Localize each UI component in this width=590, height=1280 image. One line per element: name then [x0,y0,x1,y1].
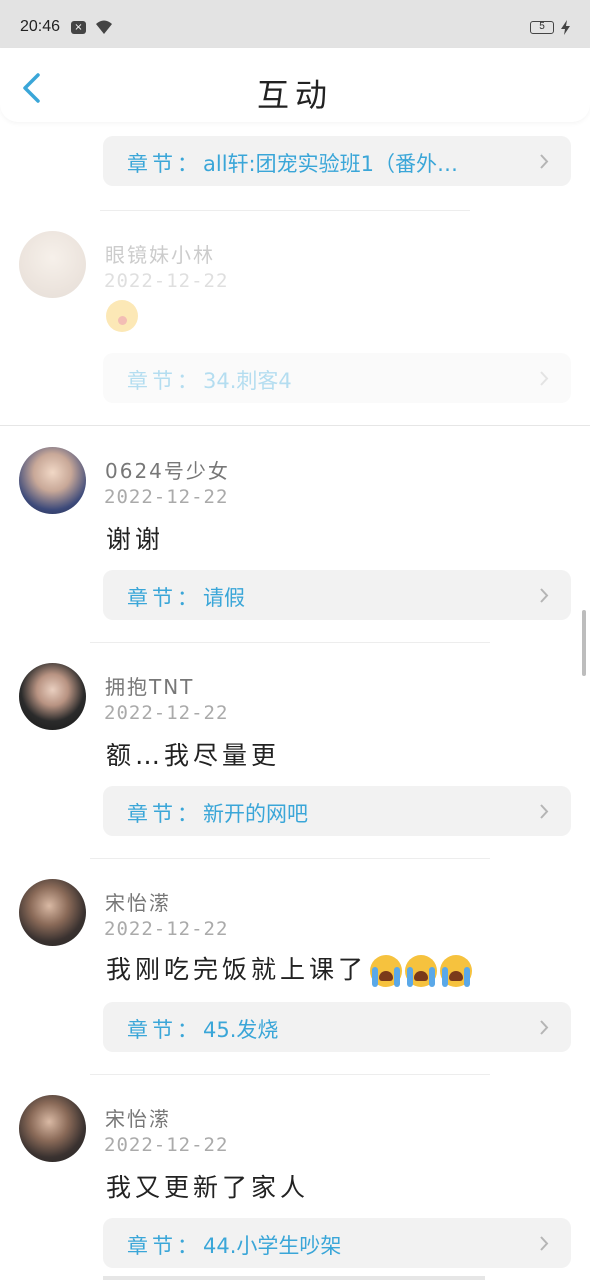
chapter-name: all轩:团宠实验班1（番外… [203,152,458,176]
comment-date: 2022-12-22 [104,918,229,940]
comment-date: 2022-12-22 [104,702,229,724]
chapter-link[interactable]: 章节： 新开的网吧 [103,786,571,836]
bottom-edge-strip [103,1276,485,1280]
comment-content: 谢谢 [106,525,165,554]
comment-date: 2022-12-22 [104,1134,229,1156]
avatar[interactable] [19,447,86,514]
chapter-link[interactable]: 章节： all轩:团宠实验班1（番外… [103,136,571,186]
avatar[interactable] [19,231,86,298]
avatar[interactable] [19,663,86,730]
comment-content [106,300,138,332]
divider [100,210,470,211]
wifi-icon [94,18,114,40]
chevron-right-icon [539,587,549,608]
divider [0,425,590,426]
kiss-emoji-icon [106,300,138,332]
chapter-prefix: 章节： [127,586,202,610]
chevron-right-icon [539,370,549,391]
chapter-prefix: 章节： [127,1234,202,1258]
page-title: 互动 [256,76,333,114]
chapter-prefix: 章节： [127,369,202,393]
chapter-name: 请假 [203,586,245,610]
comment-text: 我刚吃完饭就上课了 [106,955,368,984]
chapter-name: 新开的网吧 [203,802,308,826]
username[interactable]: 0624号少女 [105,455,230,484]
crying-emoji-icon [370,955,403,987]
divider [90,642,490,643]
username[interactable]: 宋怡潆 [105,1103,171,1132]
comment-date: 2022-12-22 [104,270,229,292]
scrollbar[interactable] [582,610,586,676]
chapter-prefix: 章节： [127,802,202,826]
divider [90,1074,490,1075]
chapter-link[interactable]: 章节： 45.发烧 [103,1002,571,1052]
avatar[interactable] [19,1095,86,1162]
chapter-link[interactable]: 章节： 44.小学生吵架 [103,1218,571,1268]
sim-icon: × [71,21,86,34]
charging-icon [561,20,570,39]
battery-icon: 5 [530,21,554,34]
username[interactable]: 宋怡潆 [105,887,171,916]
comment-content: 额…我尽量更 [106,741,281,770]
chevron-right-icon [539,803,549,824]
chevron-right-icon [539,1019,549,1040]
chapter-link[interactable]: 章节： 请假 [103,570,571,620]
chapter-prefix: 章节： [127,1018,202,1042]
comment-content: 我又更新了家人 [106,1173,310,1202]
status-time: 20:46 [20,18,61,35]
username[interactable]: 拥抱TNT [105,671,194,700]
avatar[interactable] [19,879,86,946]
status-bar: 20:46 × 5 [0,0,590,48]
header-bar: 互动 [0,48,590,122]
comment-content: 我刚吃完饭就上课了 [106,950,473,987]
chevron-right-icon [539,1235,549,1256]
chapter-link[interactable]: 章节： 34.刺客4 [103,353,571,403]
heart-icon [118,316,127,325]
chevron-right-icon [539,153,549,174]
comment-date: 2022-12-22 [104,486,229,508]
divider [90,858,490,859]
crying-emoji-icon [405,955,438,987]
chapter-name: 44.小学生吵架 [203,1234,342,1258]
username[interactable]: 眼镜妹小林 [105,239,215,268]
chapter-prefix: 章节： [127,152,202,176]
chapter-name: 45.发烧 [203,1018,279,1042]
chapter-name: 34.刺客4 [203,369,292,393]
crying-emoji-icon [440,955,473,987]
